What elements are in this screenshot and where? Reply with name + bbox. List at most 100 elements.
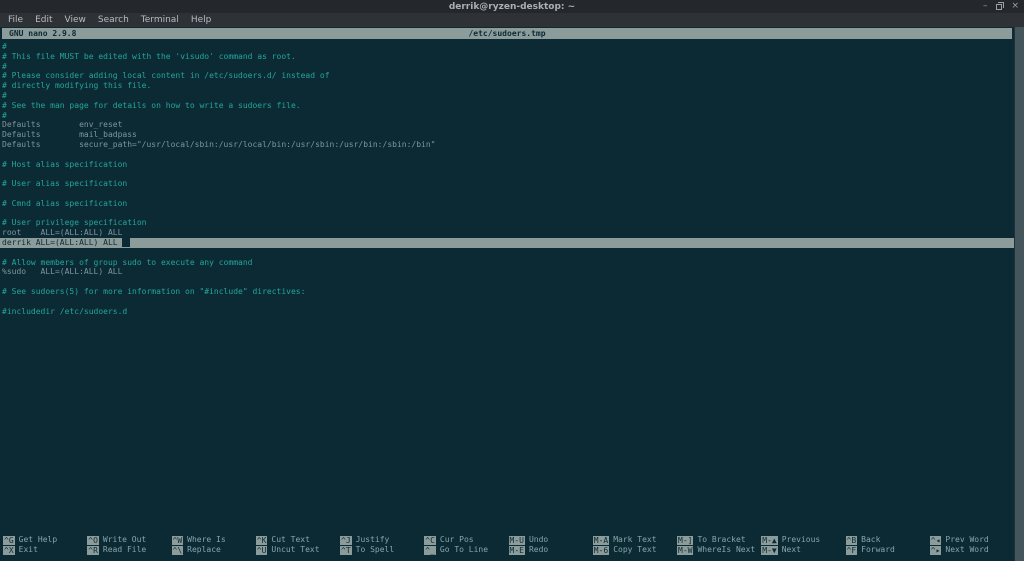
editor-line[interactable]: # Please consider adding local content i… <box>0 71 1014 81</box>
shortcut-go-to-line[interactable]: ^_ Go To Line <box>424 545 508 555</box>
editor-line[interactable]: # <box>0 91 1014 101</box>
editor-line[interactable] <box>0 297 1014 307</box>
menu-terminal[interactable]: Terminal <box>135 15 185 25</box>
editor-line[interactable]: Defaults mail_badpass <box>0 130 1014 140</box>
shortcut-redo[interactable]: M-E Redo <box>508 545 593 555</box>
editor-line[interactable]: # <box>0 42 1014 52</box>
shortcut-label: Read File <box>102 545 147 555</box>
editor-line[interactable]: # Host alias specification <box>0 160 1014 170</box>
shortcut-key: ^W <box>171 535 184 545</box>
editor-buffer[interactable]: # # This file MUST be edited with the 'vi… <box>0 42 1014 316</box>
minimize-icon: – <box>982 1 988 11</box>
shortcut-label: Uncut Text <box>271 545 320 555</box>
shortcut-column: ^W Where Is ^\ Replace <box>171 535 256 555</box>
shortcut-label: WhereIs Next <box>697 545 756 555</box>
shortcut-label: To Bracket <box>697 535 746 545</box>
shortcut-next[interactable]: M-▼ Next <box>761 545 845 555</box>
shortcut-column: ^O Write Out ^R Read File <box>87 535 171 555</box>
restore-button[interactable] <box>996 2 1005 10</box>
editor-line[interactable]: # <box>0 111 1014 121</box>
editor-line[interactable] <box>0 169 1014 179</box>
window-title: derrik@ryzen-desktop: ~ <box>448 1 576 12</box>
minimize-button[interactable]: – <box>983 0 988 13</box>
shortcut-key: ^▸ <box>929 545 942 555</box>
shortcut-label: Mark Text <box>613 535 657 545</box>
editor-line[interactable]: # This file MUST be edited with the 'vis… <box>0 52 1014 62</box>
editor-line[interactable] <box>0 209 1014 219</box>
shortcut-back[interactable]: ^B Back <box>845 535 930 545</box>
scrollbar[interactable] <box>1014 27 1024 561</box>
shortcut-key: ^◂ <box>929 535 942 545</box>
menu-file[interactable]: File <box>2 15 29 25</box>
shortcut-justify[interactable]: ^J Justify <box>340 535 424 545</box>
menu-edit[interactable]: Edit <box>29 15 58 25</box>
close-button[interactable]: × <box>1011 0 1019 13</box>
shortcut-get-help[interactable]: ^G Get Help <box>3 535 87 545</box>
editor-line[interactable]: Defaults env_reset <box>0 120 1014 130</box>
shortcut-key: ^F <box>845 545 858 555</box>
editor-line[interactable]: # <box>0 62 1014 72</box>
shortcut-key: M-] <box>677 535 694 545</box>
shortcut-label: Get Help <box>18 535 58 545</box>
editor-line[interactable] <box>0 248 1014 258</box>
shortcut-cut-text[interactable]: ^K Cut Text <box>255 535 340 545</box>
editor-line[interactable] <box>0 150 1014 160</box>
editor-line[interactable]: Defaults secure_path="/usr/local/sbin:/u… <box>0 140 1014 150</box>
editor-line[interactable]: # User privilege specification <box>0 218 1014 228</box>
shortcut-forward[interactable]: ^F Forward <box>845 545 930 555</box>
shortcut-column: M-] To Bracket M-W WhereIs Next <box>677 535 761 555</box>
editor-line[interactable] <box>0 189 1014 199</box>
shortcut-read-file[interactable]: ^R Read File <box>87 545 171 555</box>
shortcut-key: ^K <box>255 535 268 545</box>
menu-view[interactable]: View <box>59 15 92 25</box>
editor-line-current[interactable]: derrik ALL=(ALL:ALL) ALL <box>0 237 1014 248</box>
terminal-window: derrik@ryzen-desktop: ~ – × File Edit View… <box>0 0 1024 561</box>
shortcut-undo[interactable]: M-U Undo <box>508 535 593 545</box>
editor-line[interactable]: # User alias specification <box>0 179 1014 189</box>
shortcut-key: ^J <box>340 535 352 545</box>
editor-line[interactable]: # directly modifying this file. <box>0 81 1014 91</box>
terminal-content[interactable]: GNU nano 2.9.8 /etc/sudoers.tmp # # This … <box>0 27 1024 561</box>
shortcut-uncut-text[interactable]: ^U Uncut Text <box>255 545 340 555</box>
shortcut-copy-text[interactable]: M-6 Copy Text <box>592 545 677 555</box>
editor-line[interactable]: # See sudoers(5) for more information on… <box>0 287 1014 297</box>
editor-line[interactable]: %sudo ALL=(ALL:ALL) ALL <box>0 267 1014 277</box>
editor-line[interactable]: # Allow members of group sudo to execute… <box>0 258 1014 268</box>
close-icon: × <box>1011 1 1019 11</box>
editor-line[interactable]: root ALL=(ALL:ALL) ALL <box>0 228 1014 238</box>
editor-line[interactable]: #includedir /etc/sudoers.d <box>0 307 1014 317</box>
nano-filename: /etc/sudoers.tmp <box>468 29 546 38</box>
window-controls: – × <box>983 0 1019 13</box>
shortcut-next-word[interactable]: ^▸ Next Word <box>929 545 1014 555</box>
shortcut-key: ^_ <box>424 545 436 555</box>
shortcut-column: ^B Back ^F Forward <box>845 535 930 555</box>
shortcut-exit[interactable]: ^X Exit <box>3 545 87 555</box>
shortcut-label: Next <box>781 545 801 555</box>
shortcut-key: ^T <box>340 545 352 555</box>
shortcut-previous[interactable]: M-▲ Previous <box>761 535 845 545</box>
shortcut-label: Undo <box>528 535 549 545</box>
shortcut-mark-text[interactable]: M-A Mark Text <box>592 535 677 545</box>
shortcut-whereis-next[interactable]: M-W WhereIs Next <box>677 545 761 555</box>
shortcut-to-bracket[interactable]: M-] To Bracket <box>677 535 761 545</box>
shortcut-label: Go To Line <box>439 545 489 555</box>
shortcut-key: M-E <box>508 545 525 555</box>
shortcut-replace[interactable]: ^\ Replace <box>171 545 256 555</box>
shortcut-column: M-A Mark Text M-6 Copy Text <box>592 535 677 555</box>
shortcut-label: Cur Pos <box>439 535 474 545</box>
window-titlebar[interactable]: derrik@ryzen-desktop: ~ – × <box>0 0 1024 13</box>
shortcut-to-spell[interactable]: ^T To Spell <box>340 545 424 555</box>
shortcut-prev-word[interactable]: ^◂ Prev Word <box>929 535 1014 545</box>
editor-line[interactable] <box>0 277 1014 287</box>
menu-help[interactable]: Help <box>185 15 218 25</box>
menu-search[interactable]: Search <box>92 15 135 25</box>
shortcut-label: Replace <box>187 545 221 555</box>
shortcut-key: ^\ <box>171 545 184 555</box>
editor-line[interactable]: # Cmnd alias specification <box>0 199 1014 209</box>
shortcut-cur-pos[interactable]: ^C Cur Pos <box>424 535 508 545</box>
shortcut-where-is[interactable]: ^W Where Is <box>171 535 256 545</box>
editor-line[interactable]: # See the man page for details on how to… <box>0 101 1014 111</box>
shortcut-write-out[interactable]: ^O Write Out <box>87 535 171 545</box>
shortcut-label: Prev Word <box>945 535 989 545</box>
shortcut-key: M-W <box>677 545 694 555</box>
